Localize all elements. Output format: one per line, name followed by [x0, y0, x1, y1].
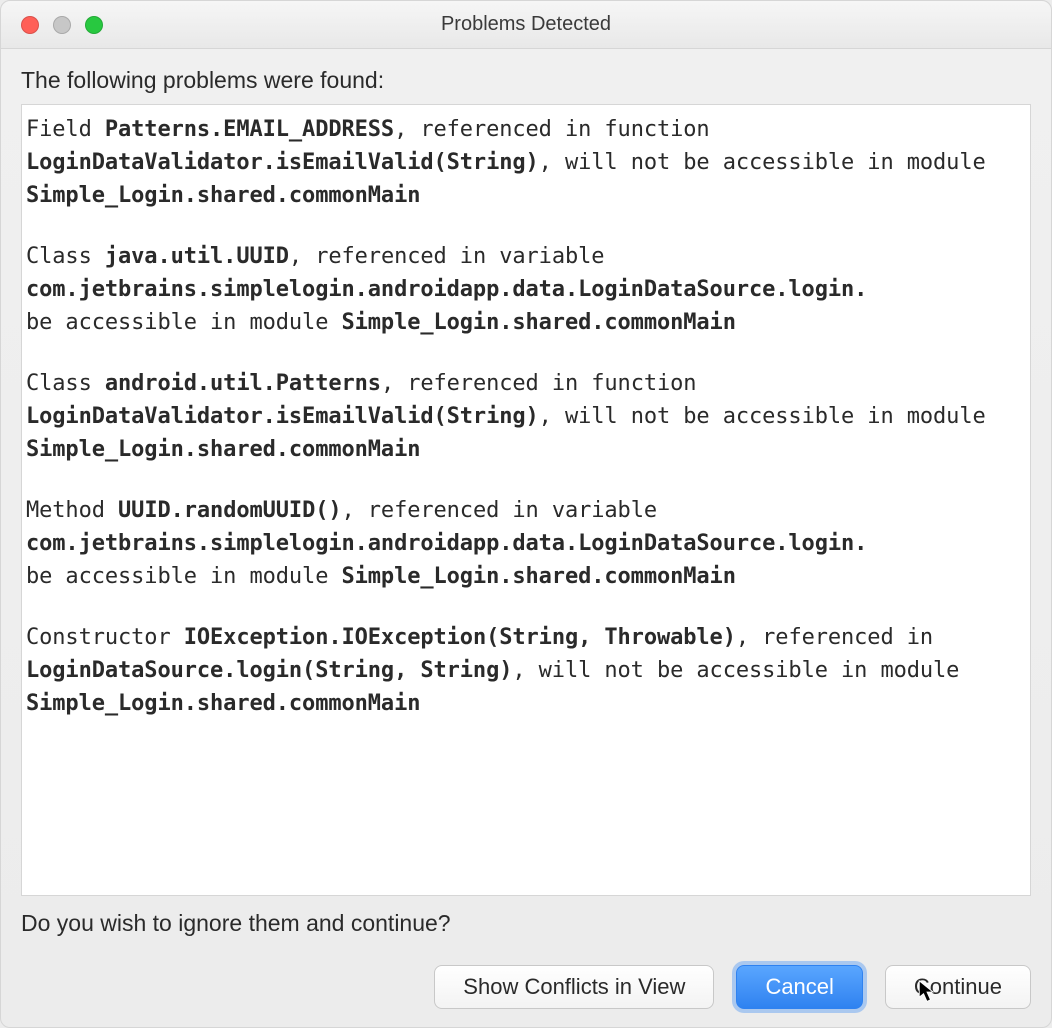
problem-item: Class android.util.Patterns, referenced … [26, 367, 1026, 466]
window-title: Problems Detected [441, 13, 611, 36]
button-row: Show Conflicts in View Cancel Continue [1, 949, 1051, 1027]
traffic-lights [1, 16, 103, 34]
dialog-content: The following problems were found: Field… [1, 49, 1051, 949]
continue-button[interactable]: Continue [885, 965, 1031, 1009]
cancel-button[interactable]: Cancel [736, 965, 862, 1009]
titlebar: Problems Detected [1, 1, 1051, 49]
maximize-icon[interactable] [85, 16, 103, 34]
problem-item: Field Patterns.EMAIL_ADDRESS, referenced… [26, 113, 1026, 212]
close-icon[interactable] [21, 16, 39, 34]
dialog-window: Problems Detected The following problems… [0, 0, 1052, 1028]
confirm-text: Do you wish to ignore them and continue? [21, 910, 1031, 937]
show-conflicts-button[interactable]: Show Conflicts in View [434, 965, 714, 1009]
problems-list[interactable]: Field Patterns.EMAIL_ADDRESS, referenced… [21, 104, 1031, 896]
problem-item: Constructor IOException.IOException(Stri… [26, 621, 1026, 720]
minimize-icon [53, 16, 71, 34]
problem-item: Method UUID.randomUUID(), referenced in … [26, 494, 1026, 593]
intro-text: The following problems were found: [21, 67, 1031, 94]
problem-item: Class java.util.UUID, referenced in vari… [26, 240, 1026, 339]
